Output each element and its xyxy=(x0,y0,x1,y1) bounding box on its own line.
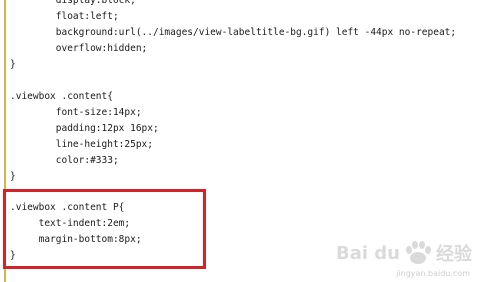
code-line-display: display:block; xyxy=(10,0,136,6)
code-line-close-brace: } xyxy=(10,59,16,70)
code-line-background: background:url(../images/view-labeltitle… xyxy=(10,27,457,38)
baidu-paw-icon xyxy=(406,241,431,264)
watermark-jingyan: 经验 xyxy=(436,244,472,265)
code-line-padding: padding:12px 16px; xyxy=(10,123,159,134)
watermark-brand: Bai du xyxy=(335,242,400,264)
baidu-jingyan-watermark: Bai du 经验 xyxy=(336,240,472,266)
code-line-color: color:#333; xyxy=(10,155,119,166)
code-line-content-selector: .viewbox .content{ xyxy=(10,91,113,102)
code-line-close-brace: } xyxy=(10,171,16,182)
code-line-float: float:left; xyxy=(10,11,119,22)
code-line-overflow: overflow:hidden; xyxy=(10,43,148,54)
highlight-annotation-box xyxy=(3,189,206,269)
code-line-line-height: line-height:25px; xyxy=(10,139,153,150)
code-line-font-size: font-size:14px; xyxy=(10,107,142,118)
watermark-url: jingyan.baidu.com xyxy=(396,269,470,278)
